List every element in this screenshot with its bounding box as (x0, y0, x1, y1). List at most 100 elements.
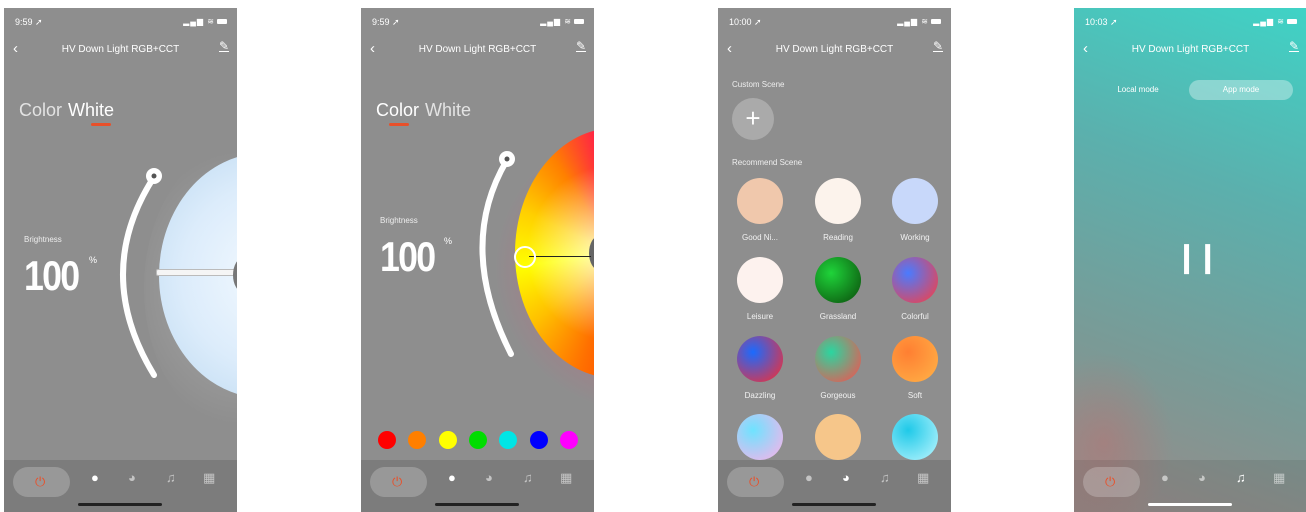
scene-swatch[interactable] (737, 178, 783, 224)
add-scene-button[interactable]: + (732, 98, 774, 140)
scene-swatch[interactable] (737, 414, 783, 460)
status-time: 9:59 ➚ (372, 17, 400, 27)
device-title: HV Down Light RGB+CCT (61, 44, 180, 55)
grid-icon[interactable]: ▦ (917, 470, 929, 486)
music-icon[interactable]: ♫ (880, 470, 890, 485)
scene-swatch[interactable] (892, 257, 938, 303)
scene-label: Good Ni... (741, 233, 778, 242)
scene-swatch[interactable] (815, 336, 861, 382)
scene-label: Colorful (901, 312, 929, 321)
bottom-tab-bar: ⏻ ● ◕ ♫ ▦ (361, 460, 594, 512)
power-button[interactable]: ⏻ (13, 467, 70, 497)
plus-icon: + (745, 103, 761, 133)
scene-swatch[interactable] (815, 178, 861, 224)
nav-bar: ‹ HV Down Light RGB+CCT ✎ (4, 38, 237, 62)
screen-color: 9:59 ➚ ▂▄▆ ≋ ‹ HV Down Light RGB+CCT ✎ C… (361, 8, 594, 512)
edit-icon[interactable]: ✎ (218, 40, 229, 52)
battery-icon (1287, 19, 1297, 25)
pause-button[interactable]: ❙❙ (1174, 240, 1220, 275)
preset-color-dot[interactable] (529, 431, 548, 449)
screen-scenes: 10:00 ➚ ▂▄▆ ≋ ‹ HV Down Light RGB+CCT ✎ … (718, 8, 951, 512)
scene-swatch[interactable] (737, 257, 783, 303)
scene-item[interactable]: Grassland (803, 257, 873, 321)
local-mode-button[interactable]: Local mode (1086, 80, 1190, 100)
app-mode-button[interactable]: App mode (1189, 80, 1293, 100)
scene-item[interactable]: Gorgeous (803, 336, 873, 400)
scene-item[interactable]: Reading (803, 178, 873, 242)
scene-swatch[interactable] (892, 414, 938, 460)
grid-icon[interactable]: ▦ (560, 470, 572, 486)
pause-icon: ❙❙ (1174, 241, 1220, 274)
screen-music: 10:03 ➚ ▂▄▆ ≋ ‹ HV Down Light RGB+CCT ✎ … (1074, 8, 1306, 512)
nav-bar: ‹ HV Down Light RGB+CCT ✎ (361, 38, 594, 62)
palette-icon[interactable]: ◕ (842, 470, 850, 485)
scene-label: Working (900, 233, 930, 242)
music-icon[interactable]: ♫ (166, 470, 176, 485)
tab-color[interactable]: Color (19, 100, 62, 120)
recommend-scene-heading: Recommend Scene (732, 158, 803, 167)
device-title: HV Down Light RGB+CCT (775, 44, 894, 55)
bulb-icon[interactable]: ● (805, 470, 813, 485)
preset-color-dot[interactable] (378, 431, 396, 449)
grid-icon[interactable]: ▦ (1273, 470, 1285, 486)
scene-item[interactable]: Leisure (725, 257, 795, 321)
tab-white[interactable]: White (68, 100, 114, 120)
preset-color-dot[interactable] (499, 431, 518, 449)
scene-label: Grassland (819, 312, 857, 321)
scene-item[interactable]: Good Ni... (725, 178, 795, 242)
scene-swatch[interactable] (737, 336, 783, 382)
power-button[interactable]: ⏻ (370, 467, 427, 497)
music-icon[interactable]: ♫ (1236, 470, 1246, 485)
brightness-unit: % (89, 255, 98, 265)
music-icon[interactable]: ♫ (523, 470, 533, 485)
palette-icon[interactable]: ◕ (1198, 470, 1206, 485)
bulb-icon[interactable]: ● (1161, 470, 1169, 485)
home-indicator (78, 503, 162, 506)
brightness-label: Brightness (380, 216, 418, 225)
brightness-unit: % (444, 236, 453, 246)
preset-color-dot[interactable] (468, 431, 487, 449)
grid-icon[interactable]: ▦ (203, 470, 215, 486)
status-icons: ▂▄▆ ≋ (897, 17, 941, 26)
power-button[interactable]: ⏻ (727, 467, 784, 497)
status-bar: 10:03 ➚ ▂▄▆ ≋ (1074, 8, 1306, 34)
scene-swatch[interactable] (815, 257, 861, 303)
scene-item[interactable]: Dazzling (725, 336, 795, 400)
scene-swatch[interactable] (892, 178, 938, 224)
preset-color-dot[interactable] (559, 431, 578, 449)
active-tab-indicator (91, 123, 111, 126)
palette-icon[interactable]: ◕ (485, 470, 493, 485)
mode-tabs: Color White (376, 100, 477, 121)
nav-bar: ‹ HV Down Light RGB+CCT ✎ (1074, 38, 1306, 62)
preset-color-dot[interactable] (408, 431, 427, 449)
status-icons: ▂▄▆ ≋ (540, 17, 584, 26)
scene-swatch[interactable] (892, 336, 938, 382)
edit-icon[interactable]: ✎ (932, 40, 943, 52)
bulb-icon[interactable]: ● (91, 470, 99, 485)
brightness-arc[interactable] (461, 146, 541, 371)
power-icon: ⏻ (749, 474, 760, 489)
tab-color[interactable]: Color (376, 100, 419, 120)
custom-scene-heading: Custom Scene (732, 80, 785, 89)
power-button[interactable]: ⏻ (1083, 467, 1140, 497)
scene-label: Soft (907, 391, 923, 400)
preset-color-dot[interactable] (438, 431, 457, 449)
device-title: HV Down Light RGB+CCT (1131, 44, 1250, 55)
bulb-icon[interactable]: ● (448, 470, 456, 485)
status-icons: ▂▄▆ ≋ (183, 17, 227, 26)
palette-icon[interactable]: ◕ (128, 470, 136, 485)
scene-item[interactable]: Soft (880, 336, 950, 400)
scene-item[interactable]: Working (880, 178, 950, 242)
screen-white: 9:59 ➚ ▂▄▆ ≋ ‹ HV Down Light RGB+CCT ✎ C… (4, 8, 237, 512)
edit-icon[interactable]: ✎ (1288, 40, 1299, 52)
tab-white[interactable]: White (425, 100, 471, 120)
status-time: 10:03 ➚ (1085, 17, 1118, 27)
edit-icon[interactable]: ✎ (575, 40, 586, 52)
battery-icon (574, 19, 584, 25)
scene-swatch[interactable] (815, 414, 861, 460)
scene-item[interactable]: Colorful (880, 257, 950, 321)
active-tab-indicator (389, 123, 409, 126)
brightness-arc[interactable] (104, 163, 184, 393)
bottom-tab-bar: ⏻ ● ◕ ♫ ▦ (1074, 460, 1306, 512)
status-time: 10:00 ➚ (729, 17, 762, 27)
